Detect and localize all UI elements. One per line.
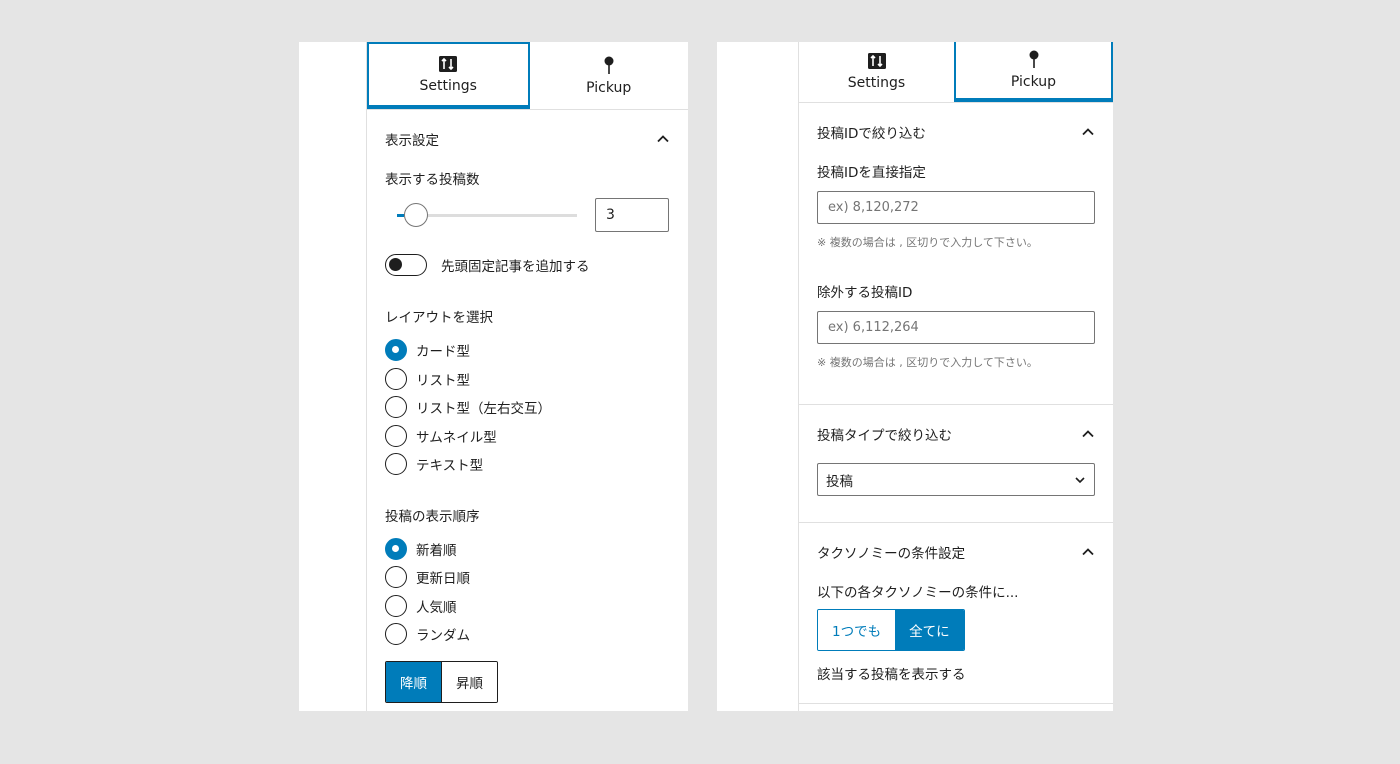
section-header[interactable]: タクソノミーの条件設定 — [817, 523, 1095, 581]
chevron-up-icon — [1082, 128, 1094, 136]
chevron-up-icon — [1082, 548, 1094, 556]
radio-button[interactable] — [385, 367, 407, 390]
include-ids-hint: ※ 複数の場合は , 区切りで入力して下さい。 — [817, 236, 1038, 249]
tab-pickup[interactable]: Pickup — [530, 42, 689, 109]
post-type-section: 投稿タイプで絞り込む 投稿 — [799, 405, 1113, 523]
include-ids-input[interactable]: ex) 8,120,272 — [817, 191, 1095, 224]
layout-option-card[interactable]: カード型 — [385, 336, 670, 365]
taxonomy-any-button[interactable]: 1つでも — [818, 610, 896, 650]
section-title: 表示設定 — [385, 133, 439, 149]
section-title: 投稿タイプで絞り込む — [817, 428, 952, 444]
radio-button[interactable] — [385, 623, 407, 646]
chevron-up-icon — [657, 135, 669, 143]
sticky-toggle-row: 先頭固定記事を追加する — [385, 254, 670, 276]
tab-label: Pickup — [586, 79, 632, 96]
order-option-modified[interactable]: 更新日順 — [385, 563, 670, 592]
settings-sliders-icon — [439, 55, 458, 72]
display-settings-section: 表示設定 表示する投稿数 3 先頭固定記事を追加する レイアウトを選択 カード型… — [367, 110, 688, 703]
post-count-label: 表示する投稿数 — [385, 172, 480, 188]
section-header[interactable]: 投稿タイプで絞り込む — [817, 405, 1095, 463]
sticky-toggle-label: 先頭固定記事を追加する — [441, 259, 590, 275]
radio-label: ランダム — [416, 628, 470, 645]
radio-label: リスト型 — [416, 372, 470, 389]
taxonomy-condition-label: 以下の各タクソノミーの条件に... — [817, 585, 1019, 601]
right-screenshot-panel: Settings Pickup 投稿IDで絞り込む 投稿IDを直接指定 ex) … — [717, 42, 1113, 711]
sidebar-tabs: Settings Pickup — [799, 42, 1113, 103]
taxonomy-footer-text: 該当する投稿を表示する — [817, 667, 966, 683]
chevron-down-icon — [1075, 476, 1085, 483]
order-option-popular[interactable]: 人気順 — [385, 592, 670, 621]
radio-button[interactable] — [385, 566, 407, 589]
sort-direction-group: 降順 昇順 — [385, 660, 498, 703]
slider-fill — [397, 213, 404, 217]
block-settings-sidebar: Settings Pickup 表示設定 表示する投稿数 3 先頭固定記事を追加… — [366, 42, 688, 711]
radio-label: カード型 — [416, 344, 470, 361]
radio-button[interactable] — [385, 537, 407, 560]
radio-button[interactable] — [385, 594, 407, 617]
include-ids-label: 投稿IDを直接指定 — [817, 165, 926, 181]
radio-label: サムネイル型 — [416, 429, 497, 446]
radio-button[interactable] — [385, 339, 407, 362]
sticky-posts-toggle[interactable] — [385, 254, 427, 276]
taxonomy-section: タクソノミーの条件設定 以下の各タクソノミーの条件に... 1つでも 全てに 該… — [799, 523, 1113, 704]
tab-label: Settings — [419, 77, 477, 94]
radio-label: 新着順 — [416, 542, 457, 559]
layout-radio-group: カード型 リスト型 リスト型（左右交互） サムネイル型 テキスト型 — [385, 336, 670, 479]
order-option-newest[interactable]: 新着順 — [385, 535, 670, 564]
slider-thumb[interactable] — [404, 202, 428, 227]
sort-desc-button[interactable]: 降順 — [386, 661, 441, 702]
exclude-ids-input[interactable]: ex) 6,112,264 — [817, 311, 1095, 344]
exclude-ids-hint: ※ 複数の場合は , 区切りで入力して下さい。 — [817, 356, 1038, 369]
tab-pickup[interactable]: Pickup — [954, 42, 1113, 102]
section-title: 投稿IDで絞り込む — [817, 126, 926, 142]
left-screenshot-panel: Settings Pickup 表示設定 表示する投稿数 3 先頭固定記事を追加… — [299, 42, 688, 711]
order-option-random[interactable]: ランダム — [385, 620, 670, 649]
select-value: 投稿 — [826, 473, 853, 490]
id-filter-section: 投稿IDで絞り込む 投稿IDを直接指定 ex) 8,120,272 ※ 複数の場… — [799, 103, 1113, 405]
post-count-input[interactable]: 3 — [595, 198, 669, 232]
taxonomy-relation-group: 1つでも 全てに — [817, 609, 965, 651]
pin-icon — [604, 56, 614, 74]
layout-option-text[interactable]: テキスト型 — [385, 450, 670, 479]
layout-option-list[interactable]: リスト型 — [385, 365, 670, 394]
post-count-slider[interactable] — [397, 202, 577, 227]
post-count-control: 3 — [385, 198, 670, 232]
tab-label: Pickup — [1010, 74, 1057, 90]
tab-label: Settings — [847, 75, 906, 91]
order-label: 投稿の表示順序 — [385, 508, 480, 525]
chevron-up-icon — [1082, 430, 1094, 438]
radio-label: 人気順 — [416, 599, 457, 616]
layout-option-thumbnail[interactable]: サムネイル型 — [385, 422, 670, 451]
radio-label: 更新日順 — [416, 571, 470, 588]
sort-asc-button[interactable]: 昇順 — [441, 661, 497, 702]
section-title: タクソノミーの条件設定 — [817, 546, 966, 562]
settings-sliders-icon — [867, 53, 886, 69]
sidebar-tabs: Settings Pickup — [367, 42, 688, 110]
order-radio-group: 新着順 更新日順 人気順 ランダム — [385, 535, 670, 649]
tab-settings[interactable]: Settings — [799, 42, 954, 102]
exclude-ids-label: 除外する投稿ID — [817, 285, 913, 301]
taxonomy-all-button[interactable]: 全てに — [895, 610, 964, 650]
toggle-knob — [389, 258, 402, 271]
layout-option-list-alternate[interactable]: リスト型（左右交互） — [385, 393, 670, 422]
section-header[interactable]: 表示設定 — [385, 110, 670, 168]
radio-label: リスト型（左右交互） — [416, 401, 551, 418]
post-type-select[interactable]: 投稿 — [817, 463, 1095, 496]
block-settings-sidebar: Settings Pickup 投稿IDで絞り込む 投稿IDを直接指定 ex) … — [798, 42, 1113, 711]
section-header[interactable]: 投稿IDで絞り込む — [817, 103, 1095, 161]
radio-button[interactable] — [385, 453, 407, 476]
radio-button[interactable] — [385, 424, 407, 447]
tab-settings[interactable]: Settings — [367, 42, 530, 109]
radio-label: テキスト型 — [416, 458, 484, 475]
radio-button[interactable] — [385, 396, 407, 419]
pin-icon — [1029, 50, 1038, 68]
layout-label: レイアウトを選択 — [385, 310, 493, 326]
